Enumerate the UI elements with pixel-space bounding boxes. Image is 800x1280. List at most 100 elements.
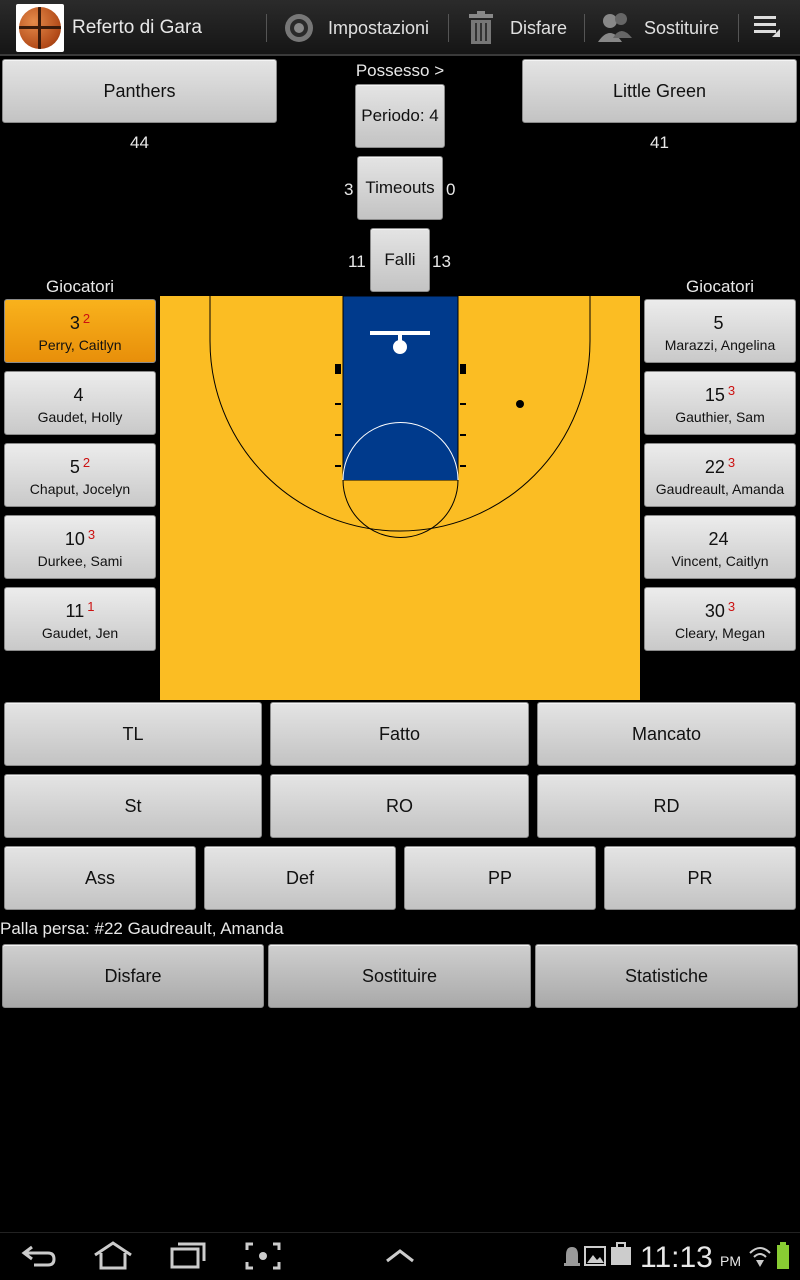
shot-marker [516, 400, 524, 408]
trash-icon [462, 9, 500, 47]
away-player-30[interactable]: 30 3 Cleary, Megan [644, 587, 796, 651]
player-fouls: 3 [87, 527, 96, 542]
missed-button[interactable]: Mancato [537, 702, 796, 766]
player-name: Marazzi, Angelina [664, 337, 776, 353]
steal-button[interactable]: St [4, 774, 262, 838]
home-players-heading: Giocatori [45, 277, 115, 296]
notification-icons [564, 1242, 631, 1266]
player-name: Gaudet, Holly [37, 409, 123, 425]
period-button[interactable]: Periodo: 4 [355, 84, 445, 148]
away-players-heading: Giocatori [685, 277, 755, 296]
fouls-button[interactable]: Falli [370, 228, 430, 292]
assist-button[interactable]: Ass [4, 846, 196, 910]
away-timeouts: 0 [446, 180, 456, 199]
home-player-3[interactable]: 32 Perry, Caitlyn [4, 299, 156, 363]
home-player-10[interactable]: 10 3 Durkee, Sami [4, 515, 156, 579]
home-player-5[interactable]: 52 Chaput, Jocelyn [4, 443, 156, 507]
player-name: Gaudet, Jen [41, 625, 119, 641]
lane-mark [460, 403, 466, 405]
overflow-menu-button[interactable] [752, 0, 782, 56]
undo-button[interactable]: Disfare [2, 944, 264, 1008]
player-name: Perry, Caitlyn [38, 337, 122, 353]
made-button[interactable]: Fatto [270, 702, 529, 766]
away-team-button[interactable]: Little Green [522, 59, 797, 123]
battery-icon [777, 1242, 789, 1269]
away-player-22[interactable]: 22 3 Gaudreault, Amanda [644, 443, 796, 507]
player-name: Gauthier, Sam [675, 409, 765, 425]
statistics-button[interactable]: Statistiche [535, 944, 798, 1008]
settings-action[interactable]: Impostazioni [280, 0, 429, 56]
player-name: Durkee, Sami [37, 553, 123, 569]
away-player-5[interactable]: 5 Marazzi, Angelina [644, 299, 796, 363]
player-number: 10 [64, 529, 85, 549]
system-navigation-bar: 11:13 PM [0, 1232, 800, 1280]
defensive-rebound-button[interactable]: RD [537, 774, 796, 838]
divider [266, 14, 267, 42]
player-fouls: 1 [87, 599, 95, 614]
defense-button[interactable]: Def [204, 846, 396, 910]
lane-mark [335, 465, 341, 467]
possession-indicator[interactable]: Possesso > [320, 61, 480, 81]
offensive-rebound-button[interactable]: RO [270, 774, 529, 838]
home-score: 44 [130, 133, 149, 152]
home-timeouts: 3 [344, 180, 354, 199]
substitute-action[interactable]: Sostituire [596, 0, 719, 56]
chevron-up-icon[interactable] [384, 1241, 416, 1271]
rim [393, 340, 407, 354]
menu-icon [752, 11, 782, 46]
player-number: 3 [69, 313, 80, 333]
player-name: Gaudreault, Amanda [655, 481, 785, 497]
lane-mark [335, 403, 341, 405]
lane-block [335, 364, 341, 374]
home-player-4[interactable]: 4 Gaudet, Holly [4, 371, 156, 435]
backboard [370, 331, 430, 335]
turnover-button[interactable]: PP [404, 846, 596, 910]
lane-block [460, 364, 466, 374]
settings-label: Impostazioni [328, 17, 430, 38]
away-player-15[interactable]: 15 3 Gauthier, Sam [644, 371, 796, 435]
last-action-status: Palla persa: #22 Gaudreault, Amanda [0, 919, 284, 938]
basketball-icon [19, 7, 61, 49]
player-number: 30 [704, 601, 725, 621]
timeouts-button[interactable]: Timeouts [357, 156, 443, 220]
substitute-label: Sostituire [644, 17, 720, 38]
wifi-icon [749, 1247, 771, 1267]
people-icon [596, 9, 634, 47]
player-number: 22 [704, 457, 725, 477]
lane-mark [460, 434, 466, 436]
home-fouls: 11 [348, 252, 366, 271]
basketball-court[interactable] [160, 296, 640, 700]
clock-ampm: PM [720, 1253, 741, 1269]
player-fouls: 3 [727, 599, 736, 614]
app-title: Referto di Gara [72, 17, 202, 38]
divider [448, 14, 449, 42]
pr-button[interactable]: PR [604, 846, 796, 910]
player-name: Cleary, Megan [674, 625, 765, 641]
substitute-button[interactable]: Sostituire [268, 944, 531, 1008]
undo-label: Disfare [510, 17, 568, 38]
divider [738, 14, 739, 42]
player-number: 11 [65, 601, 85, 621]
home-icon[interactable] [92, 1241, 134, 1271]
undo-action[interactable]: Disfare [462, 0, 567, 56]
player-name: Chaput, Jocelyn [29, 481, 131, 497]
home-team-button[interactable]: Panthers [2, 59, 277, 123]
away-player-24[interactable]: 24 Vincent, Caitlyn [644, 515, 796, 579]
action-bar: Referto di Gara Impostazioni Disfare Sos… [0, 0, 800, 56]
player-name: Vincent, Caitlyn [671, 553, 769, 569]
player-number: 24 [708, 529, 729, 549]
lane-mark [460, 465, 466, 467]
free-throw-button[interactable]: TL [4, 702, 262, 766]
gear-icon [280, 9, 318, 47]
recent-apps-icon[interactable] [168, 1241, 208, 1271]
back-icon[interactable] [20, 1241, 58, 1271]
screenshot-icon[interactable] [244, 1241, 282, 1271]
player-number: 15 [704, 385, 725, 405]
home-player-11[interactable]: 11 1 Gaudet, Jen [4, 587, 156, 651]
player-number: 4 [73, 385, 84, 405]
player-fouls: 3 [727, 383, 736, 398]
app-logo[interactable] [16, 4, 64, 52]
player-number: 5 [69, 457, 80, 477]
player-fouls: 2 [82, 455, 91, 470]
divider [584, 14, 585, 42]
